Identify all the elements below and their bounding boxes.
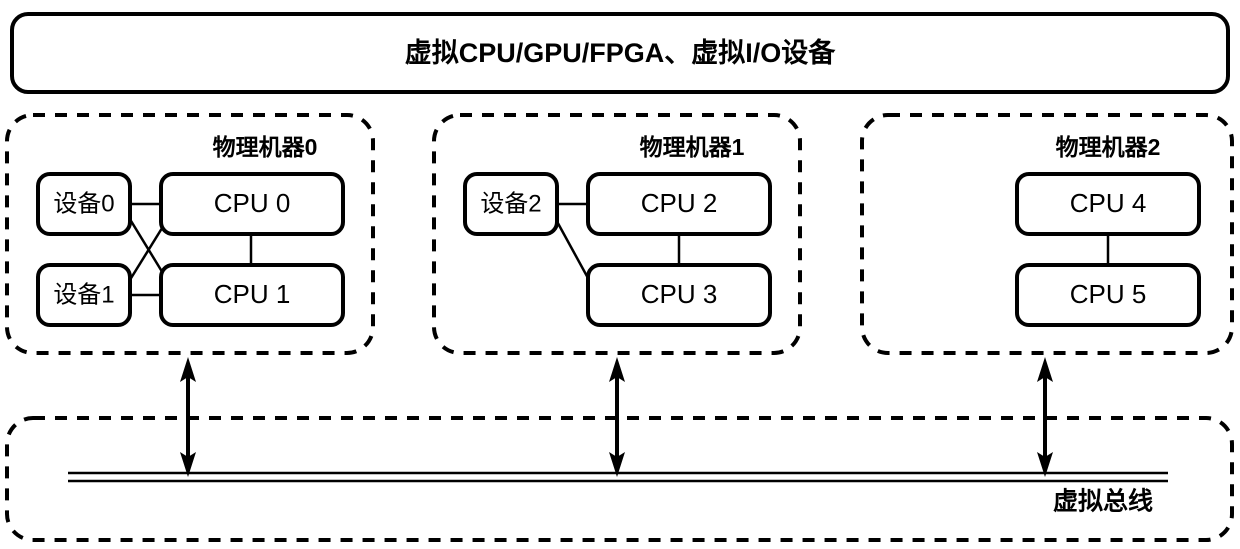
cpu-3: CPU 3 (586, 263, 772, 327)
cpu-4: CPU 4 (1015, 172, 1201, 236)
cpu-1: CPU 1 (159, 263, 345, 327)
cpu-2-label: CPU 2 (641, 188, 718, 218)
virtual-bus-label: 虚拟总线 (1053, 487, 1153, 516)
cpu-5: CPU 5 (1015, 263, 1201, 327)
virtualization-architecture-diagram: 虚拟CPU/GPU/FPGA、虚拟I/O设备 物理机器0 设备0 设备1 CPU… (0, 0, 1240, 549)
cpu-5-label: CPU 5 (1070, 279, 1147, 309)
cpu-3-label: CPU 3 (641, 279, 718, 309)
physical-machine-0-label: 物理机器0 (213, 134, 318, 160)
physical-machine-1-label: 物理机器1 (640, 134, 745, 160)
device-2: 设备2 (463, 172, 559, 236)
physical-machine-2-label: 物理机器2 (1056, 134, 1161, 160)
device-1: 设备1 (36, 263, 132, 327)
device-0-label: 设备0 (53, 190, 114, 217)
physical-machine-2: 物理机器2 CPU 4 CPU 5 (860, 113, 1234, 355)
virtual-resource-banner: 虚拟CPU/GPU/FPGA、虚拟I/O设备 (10, 12, 1230, 94)
virtual-bus-region: 虚拟总线 (5, 416, 1234, 542)
cpu-1-label: CPU 1 (214, 279, 291, 309)
device-2-label: 设备2 (480, 190, 541, 217)
device-0: 设备0 (36, 172, 132, 236)
physical-machine-1: 物理机器1 设备2 CPU 2 CPU 3 (432, 113, 802, 355)
physical-machine-0: 物理机器0 设备0 设备1 CPU 0 CPU 1 (5, 113, 375, 355)
cpu-0: CPU 0 (159, 172, 345, 236)
device-1-label: 设备1 (53, 281, 114, 308)
virtual-resource-banner-label: 虚拟CPU/GPU/FPGA、虚拟I/O设备 (405, 38, 837, 68)
virtual-bus-boundary (5, 416, 1234, 542)
cpu-4-label: CPU 4 (1070, 188, 1147, 218)
cpu-2: CPU 2 (586, 172, 772, 236)
cpu-0-label: CPU 0 (214, 188, 291, 218)
